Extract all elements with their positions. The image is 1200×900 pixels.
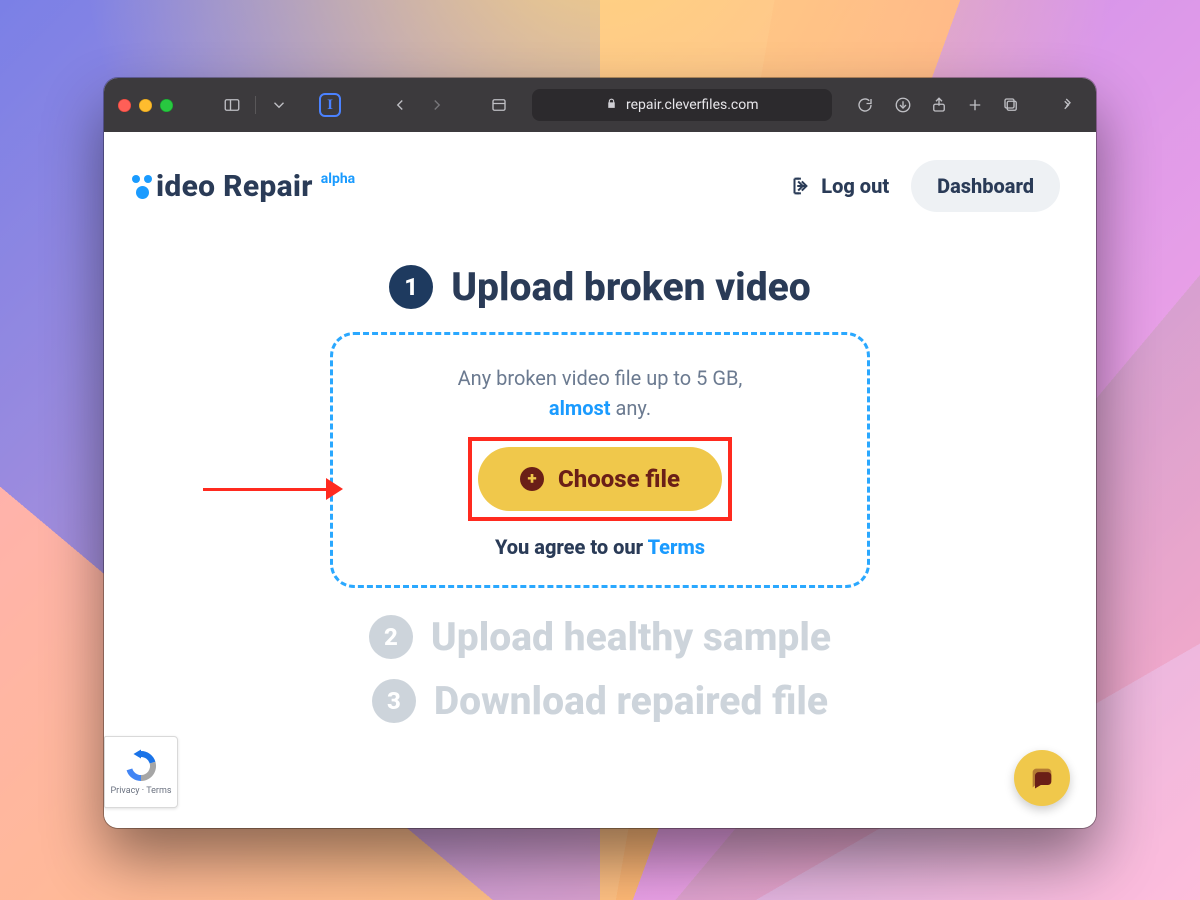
terms-text: You agree to our Terms <box>495 535 705 559</box>
dropzone-line2-rest: any. <box>611 396 652 420</box>
annotation-arrow <box>203 469 353 509</box>
steps: 1 Upload broken video Any broken video f… <box>104 264 1096 724</box>
chat-fab[interactable] <box>1014 750 1070 806</box>
close-window-dot[interactable] <box>118 99 131 112</box>
reload-icon[interactable] <box>852 90 878 120</box>
dropzone-help-text: Any broken video file up to 5 GB, almost… <box>458 363 743 423</box>
brand-name: ideo Repair <box>156 169 313 204</box>
reader-mode-icon[interactable] <box>485 90 511 120</box>
logout-icon <box>789 175 811 197</box>
page-header: ideo Repair alpha Log out Dashboard <box>104 132 1096 212</box>
browser-window: I repair.cleverfiles.com <box>104 78 1096 828</box>
terms-prefix: You agree to our <box>495 535 648 559</box>
plus-icon: + <box>520 467 544 491</box>
dropzone-almost-link[interactable]: almost <box>549 396 611 420</box>
step-2-number: 2 <box>369 615 413 659</box>
page-viewport: ideo Repair alpha Log out Dashboard 1 Up… <box>104 132 1096 828</box>
window-traffic-lights[interactable] <box>118 99 173 112</box>
address-host: repair.cleverfiles.com <box>626 97 759 113</box>
lock-icon <box>605 97 618 114</box>
step-3-number: 3 <box>372 679 416 723</box>
address-bar[interactable]: repair.cleverfiles.com <box>532 89 832 121</box>
new-tab-icon[interactable] <box>960 90 990 120</box>
step-3-title: Download repaired file <box>434 678 828 724</box>
chat-icon <box>1028 764 1056 792</box>
chevron-down-icon[interactable] <box>266 90 292 120</box>
brand-logo-icon <box>132 169 152 199</box>
back-icon[interactable] <box>387 90 413 120</box>
logout-link[interactable]: Log out <box>789 174 889 198</box>
share-icon[interactable] <box>924 90 954 120</box>
brand[interactable]: ideo Repair alpha <box>132 169 355 204</box>
step-3: 3 Download repaired file <box>372 678 828 724</box>
step-1-number: 1 <box>389 265 433 309</box>
sidebar-toggle-icon[interactable] <box>219 90 245 120</box>
fullscreen-window-dot[interactable] <box>160 99 173 112</box>
dropzone-line1: Any broken video file up to 5 GB, <box>458 366 743 390</box>
step-1-title: Upload broken video <box>451 264 811 310</box>
overflow-icon[interactable] <box>1052 90 1082 120</box>
logout-label: Log out <box>821 174 889 198</box>
recaptcha-label: Privacy · Terms <box>110 786 171 796</box>
upload-dropzone[interactable]: Any broken video file up to 5 GB, almost… <box>330 332 870 588</box>
toolbar-separator <box>255 96 256 114</box>
step-2: 2 Upload healthy sample <box>369 614 831 660</box>
choose-file-button[interactable]: + Choose file <box>478 447 722 511</box>
step-1: 1 Upload broken video <box>389 264 811 310</box>
extension-i-icon[interactable]: I <box>319 93 341 117</box>
terms-link[interactable]: Terms <box>648 535 705 559</box>
browser-titlebar: I repair.cleverfiles.com <box>104 78 1096 132</box>
recaptcha-badge[interactable]: Privacy · Terms <box>104 736 178 808</box>
dashboard-label: Dashboard <box>937 174 1034 198</box>
forward-icon[interactable] <box>423 90 449 120</box>
downloads-icon[interactable] <box>888 90 918 120</box>
dashboard-button[interactable]: Dashboard <box>911 160 1060 212</box>
step-2-title: Upload healthy sample <box>431 614 831 660</box>
annotation-highlight-box: + Choose file <box>468 437 732 521</box>
recaptcha-icon <box>123 748 159 784</box>
tab-overview-icon[interactable] <box>996 90 1026 120</box>
brand-tag: alpha <box>321 171 355 187</box>
minimize-window-dot[interactable] <box>139 99 152 112</box>
choose-file-label: Choose file <box>558 465 680 493</box>
